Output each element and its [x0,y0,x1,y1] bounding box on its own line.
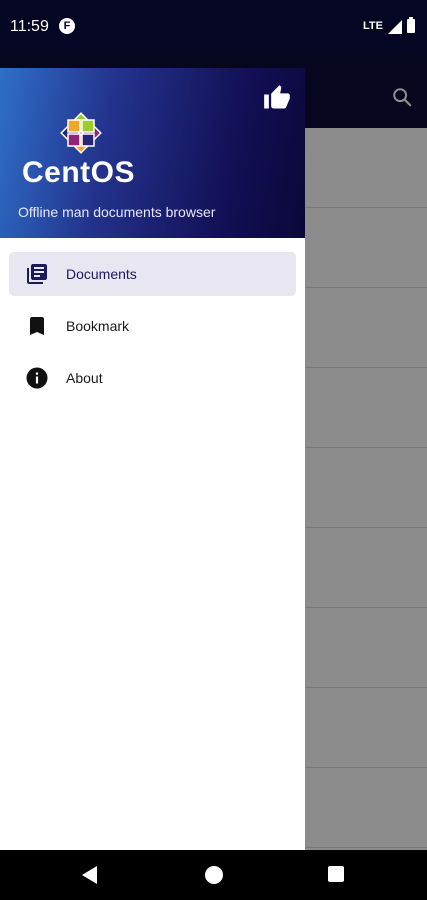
drawer-item-about[interactable]: About [9,356,296,400]
status-bar: 11:59 F LTE [0,0,427,56]
drawer-menu: Documents Bookmark About [0,238,305,400]
bookmark-icon [25,314,49,338]
drawer-header: CentOS Offline man documents browser [0,68,305,238]
status-time: 11:59 [10,18,49,35]
drawer-item-bookmark[interactable]: Bookmark [9,304,296,348]
thumbs-up-icon[interactable] [263,84,291,117]
brand-title: CentOS [22,156,136,189]
drawer-item-label: About [66,370,103,386]
documents-icon [25,262,49,286]
recents-icon[interactable] [328,866,344,882]
drawer-item-label: Bookmark [66,318,130,334]
navigation-drawer: CentOS Offline man documents browser Doc… [0,68,305,850]
signal-icon [388,20,402,39]
system-navigation-bar [0,850,427,900]
drawer-item-label: Documents [66,266,137,282]
battery-icon [407,17,415,33]
info-icon [25,366,49,390]
drawer-item-documents[interactable]: Documents [9,252,296,296]
centos-logo-icon [56,108,106,163]
home-icon[interactable] [205,866,223,884]
notification-app-icon: F [59,18,75,34]
brand-subtitle: Offline man documents browser [18,204,216,220]
back-icon[interactable] [80,865,98,890]
network-type-label: LTE [363,20,383,32]
